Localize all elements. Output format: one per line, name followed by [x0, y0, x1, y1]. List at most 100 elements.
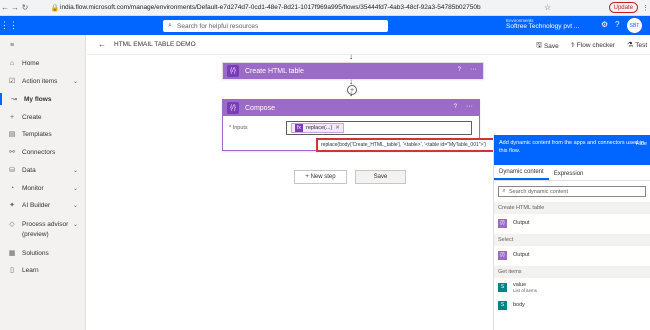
compose-icon: {/} [227, 102, 239, 114]
avatar[interactable]: SBT [627, 18, 642, 33]
nav-item-action-items[interactable]: ☑ Action items ⌄ [0, 75, 86, 87]
home-icon: ⌂ [9, 59, 15, 67]
update-label: Update [613, 4, 633, 11]
create-html-table-card[interactable]: {/} Create HTML table ? ··· [222, 62, 484, 79]
nav-label: Learn [22, 266, 39, 274]
help-icon[interactable]: ? [458, 67, 461, 73]
nav-item-process-advisor-sub: (preview) [0, 228, 86, 240]
inputs-label: * Inputs [229, 125, 248, 131]
test-button[interactable]: ⚗ Test [627, 41, 648, 50]
data-icon: ⛁ [9, 167, 15, 174]
nav-label: Process advisor [22, 220, 69, 228]
ai-builder-icon: ✦ [9, 202, 15, 209]
tab-dynamic-content[interactable]: Dynamic content [494, 169, 549, 180]
app-header: ⋮⋮ ⌕ Search for helpful resources Enviro… [0, 16, 650, 35]
nav-item-monitor[interactable]: ◔ Monitor ⌄ [0, 182, 86, 194]
card-header: {/} Create HTML table [223, 63, 483, 79]
learn-icon: ▯ [10, 267, 14, 274]
save-button[interactable]: 🖫 Save [536, 41, 559, 52]
chevron-down-icon: ⌄ [72, 221, 78, 228]
forward-arrow-icon[interactable]: → [10, 3, 20, 12]
card-header: {/} Compose [223, 100, 479, 116]
list-item[interactable]: {/} Output [494, 246, 650, 264]
nav-label: AI Builder [22, 201, 51, 209]
inputs-field[interactable]: fx replace(...) ✕ [286, 121, 472, 135]
templates-icon: ▤ [8, 131, 16, 138]
help-icon[interactable]: ? [454, 104, 457, 110]
nav-item-home[interactable]: ⌂ Home [0, 57, 86, 69]
card-title: Compose [245, 104, 275, 112]
hide-link[interactable]: Hide [636, 140, 647, 148]
app-launcher-icon[interactable]: ⋮⋮ [0, 20, 18, 31]
lock-icon[interactable]: 🔒 [50, 4, 60, 12]
list-item[interactable]: S body [494, 296, 650, 314]
nav-item-learn[interactable]: ▯ Learn [0, 264, 86, 276]
nav-item-templates[interactable]: ▤ Templates [0, 128, 86, 140]
flow-canvas: ↓ {/} Create HTML table ? ··· ↓ + ↓ {/} … [87, 52, 575, 330]
save-icon: 🖫 [536, 42, 542, 49]
chevron-down-icon: ⌄ [72, 202, 78, 209]
nav-item-data[interactable]: ⛁ Data ⌄ [0, 164, 86, 176]
solutions-icon: ▦ [8, 250, 16, 257]
list-item[interactable]: S value List of items [494, 278, 650, 296]
back-arrow-icon[interactable]: ← [0, 3, 10, 12]
back-arrow-icon[interactable]: ← [98, 40, 106, 49]
more-options-icon[interactable]: ··· [466, 103, 473, 110]
chevron-down-icon: ⌄ [72, 185, 78, 192]
nav-item-create[interactable]: + Create [0, 111, 86, 123]
section-header: Create HTML table [494, 202, 650, 214]
flows-icon: ↝ [11, 96, 17, 103]
compose-icon: {/} [498, 250, 507, 260]
section-header: Get items [494, 266, 650, 278]
item-label: body [513, 302, 525, 308]
browser-bar: ← → ↻ 🔒 india.flow.microsoft.com/manage/… [0, 0, 650, 16]
command-bar: ← HTML EMAIL TABLE DEMO 🖫 Save ⚕ Flow chec… [87, 35, 650, 55]
new-step-button[interactable]: + New step [294, 170, 347, 184]
more-options-icon[interactable]: ··· [470, 66, 477, 73]
chevron-down-icon: ⌄ [72, 167, 78, 174]
reload-icon[interactable]: ↻ [20, 3, 30, 12]
token-label: replace(...) [306, 125, 333, 131]
save-flow-button[interactable]: Save [355, 170, 406, 184]
settings-gear-icon[interactable]: ⚙ [601, 20, 608, 29]
list-item[interactable]: {/} Output [494, 214, 650, 232]
flow-checker-label: Flow checker [576, 41, 616, 49]
expression-token[interactable]: fx replace(...) ✕ [291, 123, 344, 133]
nav-item-solutions[interactable]: ▦ Solutions [0, 247, 86, 259]
environment-name: Softree Technology pvt ... [506, 23, 580, 30]
dynamic-search-input[interactable]: ⌕ Search dynamic content [498, 186, 646, 197]
search-placeholder: Search dynamic content [509, 188, 569, 195]
nav-item-ai-builder[interactable]: ✦ AI Builder ⌄ [0, 199, 86, 211]
search-icon: ⌕ [502, 188, 506, 194]
flow-title: HTML EMAIL TABLE DEMO [114, 41, 196, 48]
panel-header-text: Add dynamic content from the apps and co… [499, 140, 644, 154]
address-bar[interactable]: india.flow.microsoft.com/manage/environm… [60, 4, 500, 11]
item-label: Output [513, 252, 530, 258]
section-header: Select [494, 234, 650, 246]
test-icon: ⚗ [627, 42, 634, 49]
nav-item-my-flows[interactable]: ↝ My flows [0, 93, 86, 105]
help-icon[interactable]: ? [615, 20, 619, 29]
down-arrow-icon: ↓ [349, 89, 353, 98]
browser-menu-icon[interactable]: ⋮ [642, 4, 650, 12]
nav-label: Templates [22, 130, 52, 138]
tab-expression[interactable]: Expression [549, 171, 589, 180]
plus-icon: + [9, 113, 15, 121]
remove-token-icon[interactable]: ✕ [335, 125, 340, 131]
compose-icon: {/} [227, 65, 239, 77]
nav-label: Connectors [22, 148, 56, 156]
compose-icon: {/} [498, 218, 507, 228]
down-arrow-icon: ↓ [349, 52, 353, 61]
nav-collapse[interactable]: ≡ [0, 39, 86, 51]
bookmark-star-icon[interactable]: ☆ [541, 3, 555, 12]
search-input[interactable]: ⌕ Search for helpful resources [163, 20, 388, 32]
nav-item-connectors[interactable]: ⚯ Connectors [0, 146, 86, 158]
action-items-icon: ☑ [8, 78, 16, 85]
environment-picker[interactable]: Environments Softree Technology pvt ... [506, 18, 586, 30]
card-title: Create HTML table [245, 67, 304, 75]
flow-checker-button[interactable]: ⚕ Flow checker [571, 41, 616, 50]
environment-label: Environments [506, 18, 534, 23]
test-label: Test [635, 41, 648, 49]
update-button[interactable]: Update [608, 2, 638, 13]
nav-label: Data [22, 166, 36, 174]
